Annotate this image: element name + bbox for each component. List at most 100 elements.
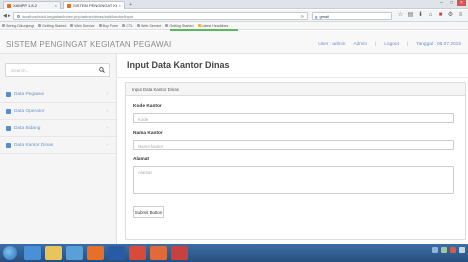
sitemap-icon	[6, 126, 11, 131]
search-icon[interactable]	[95, 64, 109, 76]
new-tab-button[interactable]: +	[129, 2, 132, 8]
divider	[117, 77, 468, 78]
kode-kantor-input[interactable]: Kode	[133, 113, 454, 123]
bookmark-item[interactable]: Getting Started	[38, 24, 66, 28]
chrome-icon[interactable]	[129, 246, 146, 260]
sidebar-item-label: Data Kantor Dinas	[14, 142, 54, 148]
nama-kantor-label: Nama Kantor	[133, 131, 163, 136]
date-text: Tanggal : 06.07.2015	[416, 42, 461, 47]
menu-icon[interactable]: ≡	[457, 12, 464, 19]
taskbar	[0, 244, 468, 262]
media-icon[interactable]	[66, 246, 83, 260]
submit-button[interactable]: Submit Button	[133, 206, 164, 218]
search-engine-icon[interactable]: g	[315, 14, 317, 19]
bookmark-icon	[98, 24, 102, 27]
tray-icon[interactable]	[432, 247, 438, 253]
app-header: SISTEM PENGINGAT KEGIATAN PEGAWAI User :…	[0, 31, 468, 54]
bookmark-item[interactable]: CTL	[122, 24, 133, 28]
sidebar-menu: Data Pegawai › Data Operator › Data Bida…	[0, 86, 116, 154]
taskbar-icons	[24, 246, 188, 260]
download-icon[interactable]: ⬇	[417, 12, 424, 19]
form-panel: Input Data Kantor Dinas Kode Kantor Kode…	[125, 82, 466, 240]
search-input[interactable]: Search...	[11, 68, 29, 73]
window-controls: – □ ×	[437, 0, 466, 6]
user-link[interactable]: User : admin	[318, 42, 345, 47]
sidebar-item-data-bidang[interactable]: Data Bidang ›	[0, 120, 116, 137]
sidebar-item-data-operator[interactable]: Data Operator ›	[0, 103, 116, 120]
user-icon	[6, 109, 11, 114]
bookmark-icon	[70, 24, 74, 27]
rss-icon	[197, 24, 201, 27]
extension-icon[interactable]: ⚙	[447, 12, 454, 19]
kode-kantor-label: Kode Kantor	[133, 104, 162, 109]
sidebar-item-data-kantor-dinas[interactable]: Data Kantor Dinas ›	[0, 137, 116, 154]
bookmark-item[interactable]: Latest Headlines	[197, 24, 228, 28]
main-content: Input Data Kantor Dinas Input Data Kanto…	[117, 54, 468, 244]
alamat-textarea[interactable]: Alamat	[133, 166, 454, 194]
tab-sistem[interactable]: SISTEM PENGINGAT KEGIA... ×	[63, 1, 125, 9]
bookmark-label: Web Service	[141, 23, 162, 28]
chevron-right-icon: ›	[106, 142, 108, 148]
chevron-right-icon: ›	[106, 125, 108, 131]
explorer-icon[interactable]	[45, 246, 62, 260]
star-icon[interactable]: ☆	[397, 12, 404, 19]
minimize-button[interactable]: –	[437, 0, 446, 6]
toolbar-icons: ☆ ▤ ⬇ ⌂ ■ ⚙ ≡	[397, 12, 464, 19]
tab-title: SISTEM PENGINGAT KEGIA...	[73, 3, 117, 8]
tab-close-icon[interactable]: ×	[119, 3, 121, 8]
refresh-icon[interactable]: ⟳	[301, 14, 304, 19]
panel-heading: Input Data Kantor Dinas	[126, 83, 465, 96]
sidebar-search[interactable]: Search...	[5, 63, 110, 77]
header-links: User : admin Admin | Logout | Tanggal : …	[318, 42, 461, 47]
tab-close-icon[interactable]: ×	[55, 3, 57, 8]
maximize-button[interactable]: □	[447, 0, 456, 6]
nama-kantor-input[interactable]: Nama kantor	[133, 140, 454, 150]
bookmark-item[interactable]: Getting Started	[165, 23, 194, 28]
search-query: gmail	[319, 13, 330, 19]
bookmark-label: CTL	[126, 23, 134, 28]
photoshop-icon[interactable]	[108, 246, 125, 260]
forward-icon[interactable]: ▸	[8, 13, 11, 19]
paint-icon[interactable]	[171, 246, 188, 260]
bookmark-label: Getting Started	[42, 23, 67, 28]
search-bar[interactable]: g gmail	[312, 12, 392, 20]
tray-icon[interactable]	[450, 247, 456, 253]
folder-icon[interactable]	[150, 246, 167, 260]
users-icon	[6, 92, 11, 97]
tray-icon[interactable]	[459, 247, 465, 253]
back-icon[interactable]: ◀	[3, 13, 7, 19]
bookmark-label: Getting Started	[169, 23, 194, 28]
tab-xampp[interactable]: XAMPP 1.8.2 ×	[3, 1, 61, 9]
site-info-icon[interactable]	[17, 14, 20, 18]
separator: |	[375, 42, 377, 47]
building-icon	[6, 143, 11, 148]
sidebar-item-data-pegawai[interactable]: Data Pegawai ›	[0, 86, 116, 103]
browser-tab-bar: XAMPP 1.8.2 × SISTEM PENGINGAT KEGIA... …	[0, 0, 468, 9]
browser-navigation-bar: ◀ ▸ localhost/sisit-kegiatan/index.php/a…	[0, 10, 468, 22]
system-tray	[432, 247, 465, 253]
bookmark-label: Web Service	[74, 23, 95, 28]
chevron-right-icon: ›	[106, 108, 108, 114]
bookmark-item[interactable]: Sering Dikunjungi	[2, 24, 34, 28]
separator: |	[406, 42, 409, 47]
bookmarks-icon[interactable]: ▤	[407, 12, 414, 19]
bookmark-icon	[2, 24, 5, 27]
url-bar[interactable]: localhost/sisit-kegiatan/index.php/admin…	[13, 12, 308, 20]
ie-icon[interactable]	[24, 246, 41, 260]
page-icon	[67, 3, 71, 8]
logout-link[interactable]: Logout	[384, 42, 399, 47]
bookmark-item[interactable]: Web Service	[137, 24, 161, 28]
bookmark-item[interactable]: Buy Form	[98, 23, 119, 28]
close-window-button[interactable]: ×	[457, 0, 466, 6]
role-link[interactable]: Admin	[353, 42, 367, 47]
start-button[interactable]	[3, 246, 17, 260]
home-icon[interactable]: ⌂	[427, 12, 434, 19]
tray-icon[interactable]	[441, 247, 447, 253]
addon-icon[interactable]: ■	[437, 12, 444, 19]
bookmark-item[interactable]: Web Service	[70, 23, 95, 28]
sidebar: Search... Data Pegawai › Data Operator ›…	[0, 54, 117, 244]
bookmark-label: Sering Dikunjungi	[6, 23, 35, 28]
firefox-icon[interactable]	[87, 246, 104, 260]
chevron-right-icon: ›	[106, 91, 108, 97]
bookmark-label: Buy Form	[102, 23, 119, 28]
